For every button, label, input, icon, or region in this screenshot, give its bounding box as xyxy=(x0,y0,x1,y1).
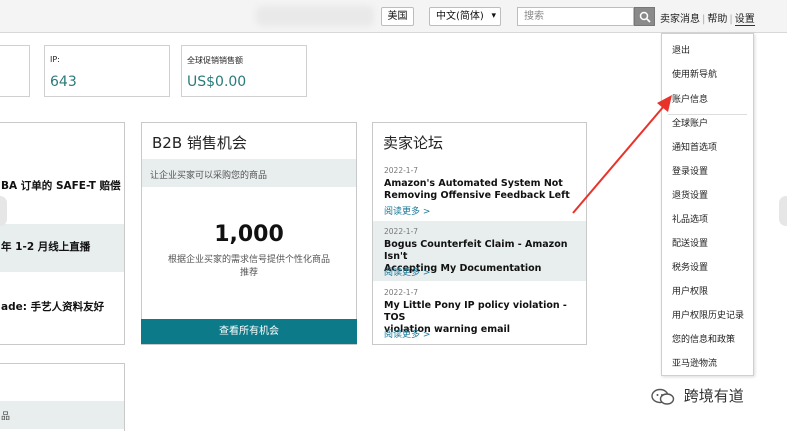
wechat-icon xyxy=(651,388,675,405)
watermark: 跨境有道 xyxy=(651,385,744,406)
annotation-arrow xyxy=(572,95,672,214)
watermark-text: 跨境有道 xyxy=(683,387,744,405)
